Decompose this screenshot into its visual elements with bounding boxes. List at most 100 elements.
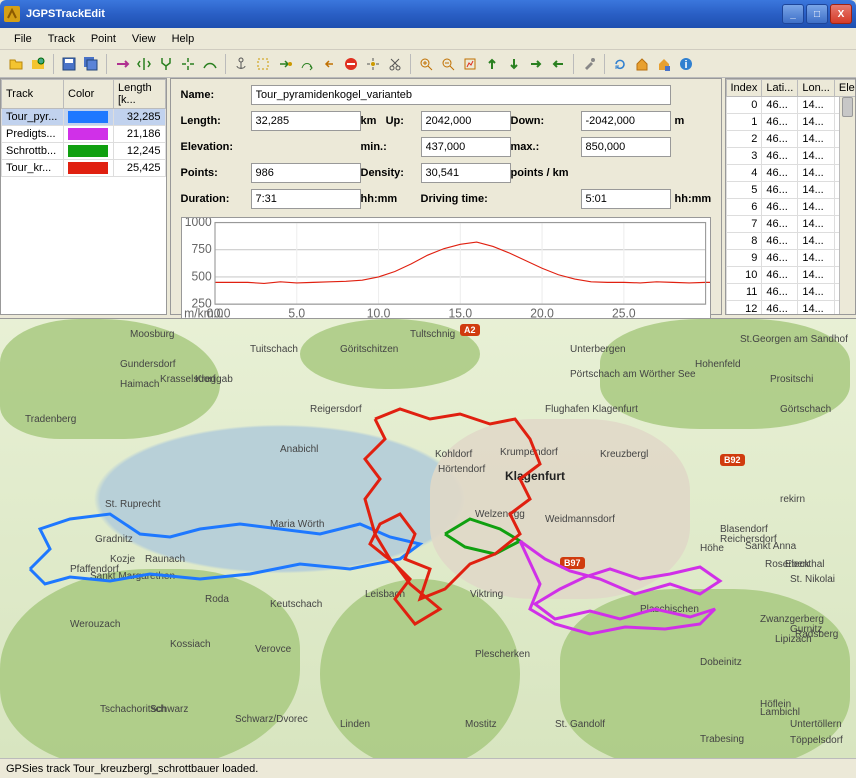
open-gpsies-icon[interactable] <box>28 54 48 74</box>
elevation-chart: 25050075010000.05.010.015.020.025.0m/km0… <box>181 217 711 321</box>
label-name: Name: <box>181 89 251 101</box>
field-name[interactable] <box>251 85 671 105</box>
tracks-table[interactable]: Track Color Length [k... Tour_pyr...32,2… <box>0 78 167 315</box>
tracks-header-length[interactable]: Length [k... <box>114 80 166 109</box>
field-driving[interactable] <box>581 189 671 209</box>
pan-down-icon[interactable] <box>504 54 524 74</box>
track-row[interactable]: Tour_pyr...32,285 <box>2 109 166 126</box>
maximize-button[interactable]: □ <box>806 4 828 24</box>
open-icon[interactable] <box>6 54 26 74</box>
svg-text:1000: 1000 <box>184 218 211 229</box>
toolbar: i <box>0 50 856 78</box>
refresh-icon[interactable] <box>610 54 630 74</box>
svg-text:500: 500 <box>191 269 211 283</box>
menubar: File Track Point View Help <box>0 28 856 50</box>
label-density: Density: <box>361 167 421 179</box>
points-header-index[interactable]: Index <box>726 80 762 97</box>
tracks-header-color[interactable]: Color <box>64 80 114 109</box>
tracks-header-track[interactable]: Track <box>2 80 64 109</box>
pan-left-icon[interactable] <box>548 54 568 74</box>
point-row[interactable]: 446...14...44... <box>726 165 856 182</box>
menu-point[interactable]: Point <box>83 30 124 48</box>
label-m: m <box>671 115 711 127</box>
svg-text:750: 750 <box>191 242 211 256</box>
move-point-icon[interactable] <box>363 54 383 74</box>
scrollbar[interactable] <box>839 97 855 314</box>
point-row[interactable]: 346...14...44... <box>726 148 856 165</box>
menu-view[interactable]: View <box>124 30 164 48</box>
track-overlay <box>0 319 856 758</box>
track-row[interactable]: Tour_kr...25,425 <box>2 160 166 177</box>
menu-track[interactable]: Track <box>40 30 83 48</box>
append-route-icon[interactable] <box>297 54 317 74</box>
delete-icon[interactable] <box>341 54 361 74</box>
field-min[interactable] <box>421 137 511 157</box>
field-down[interactable] <box>581 111 671 131</box>
map-view[interactable]: A2 B92 B97 Klagenfurt MoosburgTuitschach… <box>0 318 856 758</box>
append-icon[interactable] <box>275 54 295 74</box>
label-pointskm: points / km <box>511 167 671 179</box>
reverse-icon[interactable] <box>112 54 132 74</box>
zoom-track-icon[interactable] <box>460 54 480 74</box>
save-icon[interactable] <box>59 54 79 74</box>
label-hhmm2: hh:mm <box>671 193 711 205</box>
point-row[interactable]: 546...14...44... <box>726 182 856 199</box>
field-duration[interactable] <box>251 189 361 209</box>
label-length: Length: <box>181 115 251 127</box>
save-home-icon[interactable] <box>654 54 674 74</box>
field-density[interactable] <box>421 163 511 183</box>
home-icon[interactable] <box>632 54 652 74</box>
window-titlebar: JGPSTrackEdit _ □ X <box>0 0 856 28</box>
field-points[interactable] <box>251 163 361 183</box>
pan-right-icon[interactable] <box>526 54 546 74</box>
point-row[interactable]: 946...14...44... <box>726 250 856 267</box>
field-length[interactable] <box>251 111 361 131</box>
points-header-lon[interactable]: Lon... <box>798 80 835 97</box>
label-min: min.: <box>361 141 421 153</box>
point-row[interactable]: 1146...14...44... <box>726 284 856 301</box>
anchor-icon[interactable] <box>231 54 251 74</box>
minimize-button[interactable]: _ <box>782 4 804 24</box>
save-all-icon[interactable] <box>81 54 101 74</box>
track-details-pane: Name: Length: km Up: Down: m Elevation: … <box>170 78 722 315</box>
track-row[interactable]: Predigts...21,186 <box>2 126 166 143</box>
points-header-lat[interactable]: Lati... <box>762 80 798 97</box>
label-elevation: Elevation: <box>181 141 251 153</box>
point-row[interactable]: 1046...14...44... <box>726 267 856 284</box>
track-row[interactable]: Schrottb...12,245 <box>2 143 166 160</box>
field-up[interactable] <box>421 111 511 131</box>
point-row[interactable]: 646...14...44... <box>726 199 856 216</box>
compress-icon[interactable] <box>178 54 198 74</box>
info-icon[interactable]: i <box>676 54 696 74</box>
config-icon[interactable] <box>579 54 599 74</box>
cut-icon[interactable] <box>385 54 405 74</box>
statusbar: GPSies track Tour_kreuzbergl_schrottbaue… <box>0 758 856 778</box>
point-row[interactable]: 246...14...44... <box>726 131 856 148</box>
zoom-out-icon[interactable] <box>438 54 458 74</box>
label-hhmm1: hh:mm <box>361 193 421 205</box>
select-area-icon[interactable] <box>253 54 273 74</box>
correct-icon[interactable] <box>200 54 220 74</box>
points-header-ele[interactable]: Ele... <box>834 80 856 97</box>
app-icon <box>4 6 20 22</box>
menu-help[interactable]: Help <box>164 30 203 48</box>
points-table[interactable]: Index Lati... Lon... Ele... 046...14...4… <box>725 78 856 315</box>
field-max[interactable] <box>581 137 671 157</box>
point-row[interactable]: 1246...14...44... <box>726 301 856 316</box>
zoom-in-icon[interactable] <box>416 54 436 74</box>
window-title: JGPSTrackEdit <box>26 8 782 20</box>
label-down: Down: <box>511 115 581 127</box>
split-icon[interactable] <box>134 54 154 74</box>
point-row[interactable]: 746...14...44... <box>726 216 856 233</box>
point-row[interactable]: 046...14...44... <box>726 97 856 114</box>
point-row[interactable]: 846...14...44... <box>726 233 856 250</box>
menu-file[interactable]: File <box>6 30 40 48</box>
label-duration: Duration: <box>181 193 251 205</box>
undo-append-icon[interactable] <box>319 54 339 74</box>
close-button[interactable]: X <box>830 4 852 24</box>
point-row[interactable]: 146...14...44... <box>726 114 856 131</box>
label-km-up: km Up: <box>361 115 421 127</box>
pan-up-icon[interactable] <box>482 54 502 74</box>
svg-text:i: i <box>684 59 687 71</box>
merge-icon[interactable] <box>156 54 176 74</box>
